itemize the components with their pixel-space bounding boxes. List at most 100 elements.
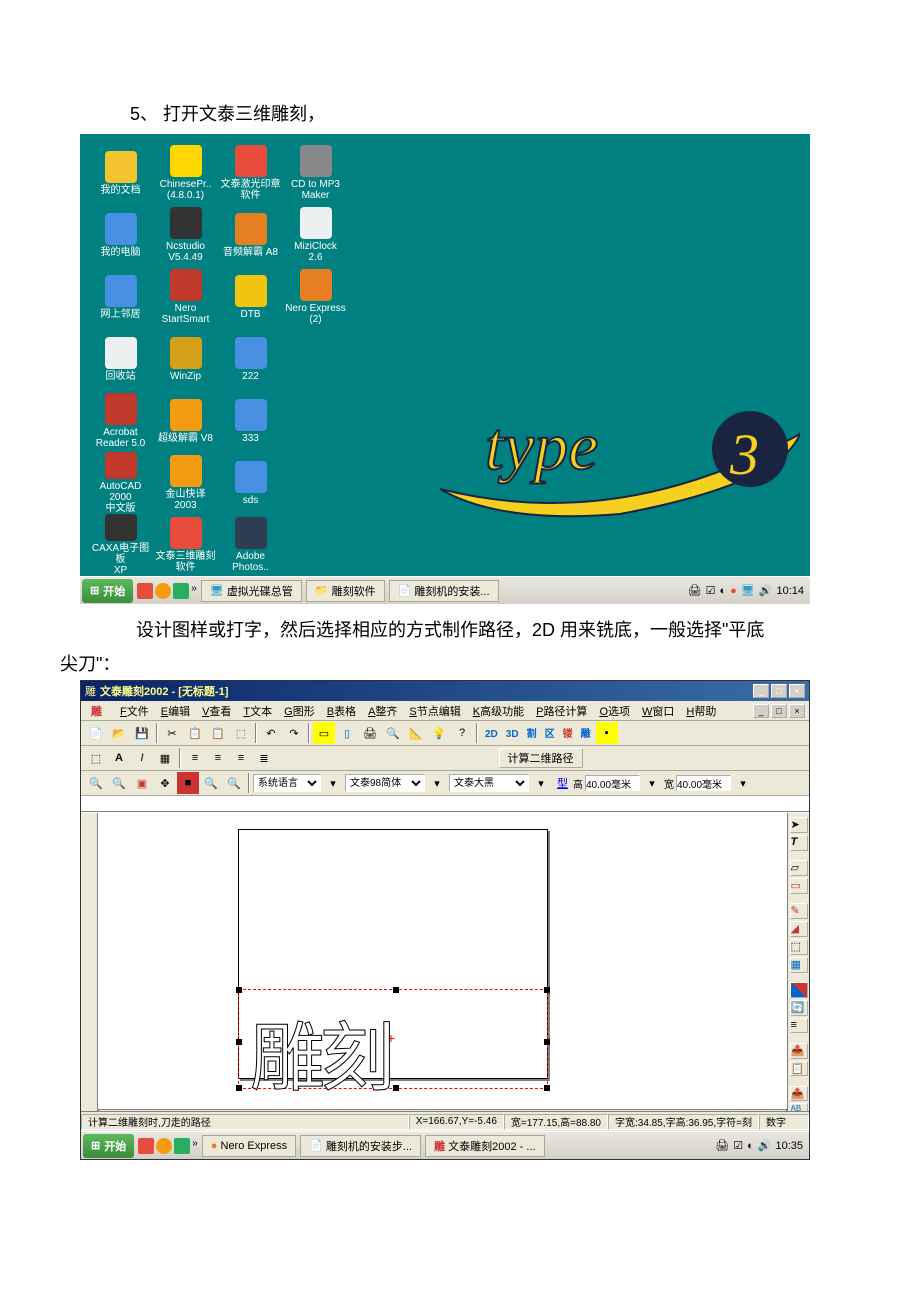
minimize-button[interactable]: _ bbox=[753, 684, 769, 698]
align-justify-icon[interactable]: ≣ bbox=[253, 747, 275, 769]
engraving-text[interactable]: 雕刻 bbox=[250, 997, 390, 1106]
text-tool[interactable]: T bbox=[790, 835, 808, 851]
quicklaunch-icon[interactable] bbox=[155, 583, 171, 599]
align-right-icon[interactable]: ≡ bbox=[230, 747, 252, 769]
desktop-icon[interactable]: 333 bbox=[218, 390, 283, 452]
desktop-icon[interactable]: 音频解霸 A8 bbox=[218, 204, 283, 266]
quicklaunch-icon[interactable] bbox=[156, 1138, 172, 1154]
rect-tool[interactable]: ▭ bbox=[790, 878, 808, 894]
start-button[interactable]: ⊞开始 bbox=[82, 579, 133, 603]
text-a-icon[interactable]: A bbox=[108, 747, 130, 769]
preview-icon[interactable]: 🔍 bbox=[382, 722, 404, 744]
mode-2d-button[interactable]: 2D bbox=[481, 723, 502, 745]
menu-item[interactable]: K高级功能 bbox=[467, 706, 530, 718]
hatch-icon[interactable]: ▦ bbox=[154, 747, 176, 769]
menu-item[interactable]: B表格 bbox=[321, 706, 362, 718]
desktop-icon[interactable]: MiziClock 2.6 bbox=[283, 204, 348, 266]
new-icon[interactable]: 📄 bbox=[85, 722, 107, 744]
align-tool[interactable]: ≡ bbox=[790, 1018, 808, 1034]
taskbar-item[interactable]: ● Nero Express bbox=[202, 1135, 296, 1157]
menu-item[interactable]: T文本 bbox=[237, 706, 278, 718]
shape-tool[interactable]: ▱ bbox=[790, 860, 808, 876]
desktop-icon[interactable]: CAXA电子图板 XP bbox=[88, 514, 153, 576]
menu-item[interactable]: F文件 bbox=[114, 706, 155, 718]
copy-icon[interactable]: 📋 bbox=[184, 722, 206, 744]
dropdown-icon[interactable]: ▾ bbox=[426, 772, 448, 794]
tool-icon[interactable]: ▪ bbox=[596, 722, 618, 744]
mode-镂-button[interactable]: 镂 bbox=[559, 721, 577, 743]
curve-tool[interactable]: ✎ bbox=[790, 903, 808, 919]
clock[interactable]: 10:35 bbox=[775, 1140, 803, 1152]
mdi-minimize[interactable]: _ bbox=[753, 704, 769, 718]
menu-item[interactable]: H帮助 bbox=[680, 706, 722, 718]
desktop-icon[interactable]: Nero StartSmart bbox=[153, 266, 218, 328]
desktop-icon[interactable]: 222 bbox=[218, 328, 283, 390]
taskbar-item[interactable]: 📁 雕刻软件 bbox=[306, 580, 385, 602]
quicklaunch-icon[interactable] bbox=[173, 583, 189, 599]
tool-icon[interactable]: ▭ bbox=[313, 722, 335, 744]
desktop-icon[interactable]: 文泰三维雕刻 软件 bbox=[153, 514, 218, 576]
mode-雕-button[interactable]: 雕 bbox=[577, 721, 595, 743]
font-family-select[interactable]: 文泰98简体 bbox=[345, 774, 425, 792]
desktop-icon[interactable]: sds bbox=[218, 452, 283, 514]
desktop-icon[interactable]: Nero Express (2) bbox=[283, 266, 348, 328]
desktop-icon[interactable]: 我的电脑 bbox=[88, 204, 153, 266]
desktop-icon[interactable]: 文泰激光印章 软件 bbox=[218, 142, 283, 204]
tray-icon[interactable]: 🔊 bbox=[759, 584, 773, 597]
tray-icon[interactable]: 🖨 bbox=[688, 584, 702, 597]
desktop-icon[interactable]: 我的文档 bbox=[88, 142, 153, 204]
desktop-icon[interactable]: CD to MP3 Maker bbox=[283, 142, 348, 204]
tray-icon[interactable]: ☑ bbox=[706, 584, 716, 597]
tool-icon[interactable]: 📐 bbox=[405, 722, 427, 744]
tray-icon[interactable]: ☑ bbox=[733, 1139, 743, 1152]
desktop-icon[interactable]: WinZip bbox=[153, 328, 218, 390]
desktop-icon[interactable]: ChinesePr.. (4.8.0.1) bbox=[153, 142, 218, 204]
mdi-close[interactable]: × bbox=[789, 704, 805, 718]
export-tool[interactable]: 📤 bbox=[790, 1086, 808, 1102]
save-icon[interactable]: 💾 bbox=[131, 722, 153, 744]
menu-item[interactable]: P路径计算 bbox=[530, 706, 593, 718]
lang-select[interactable]: 系统语言 bbox=[253, 774, 321, 792]
canvas[interactable]: + 雕刻 bbox=[98, 829, 787, 1119]
help-icon[interactable]: 💡 bbox=[428, 722, 450, 744]
zoom-out-icon[interactable]: 🔍 bbox=[108, 772, 130, 794]
maximize-button[interactable]: □ bbox=[771, 684, 787, 698]
calc-2d-path-button[interactable]: 计算二维路径 bbox=[499, 748, 583, 768]
color-tool[interactable] bbox=[790, 982, 808, 998]
desktop-icon[interactable]: 超级解霸 V8 bbox=[153, 390, 218, 452]
tray-icon[interactable]: ◐ bbox=[719, 585, 726, 597]
desktop-icon[interactable]: AutoCAD 2000 中文版 bbox=[88, 452, 153, 514]
arrange-tool[interactable]: ⬚ bbox=[790, 939, 808, 955]
italic-icon[interactable]: I bbox=[131, 747, 153, 769]
mode-3d-button[interactable]: 3D bbox=[502, 723, 523, 745]
taskbar-item[interactable]: 雕 文泰雕刻2002 - ... bbox=[425, 1135, 544, 1157]
menu-item[interactable]: O选项 bbox=[593, 706, 636, 718]
tray-icon[interactable]: ◐ bbox=[747, 1140, 754, 1152]
quicklaunch-icon[interactable] bbox=[137, 583, 153, 599]
mdi-maximize[interactable]: □ bbox=[771, 704, 787, 718]
cut-icon[interactable]: ✂ bbox=[161, 722, 183, 744]
tray-icon[interactable]: 🖥 bbox=[741, 584, 755, 597]
mode-割-button[interactable]: 割 bbox=[523, 721, 541, 743]
paste-icon[interactable]: 📋 bbox=[207, 722, 229, 744]
grid-tool[interactable]: ▦ bbox=[790, 957, 808, 973]
desktop-icon[interactable]: 金山快译 2003 bbox=[153, 452, 218, 514]
taskbar-item[interactable]: 📄 雕刻机的安装... bbox=[389, 580, 499, 602]
zoom-1-1-icon[interactable]: 🔍 bbox=[223, 772, 245, 794]
node-tool[interactable]: ◢ bbox=[790, 921, 808, 937]
redo-icon[interactable]: ↷ bbox=[283, 722, 305, 744]
pan-icon[interactable]: ✥ bbox=[154, 772, 176, 794]
tool-icon[interactable]: ■ bbox=[177, 772, 199, 794]
desktop-icon[interactable]: Ncstudio V5.4.49 bbox=[153, 204, 218, 266]
tray-icon[interactable]: ● bbox=[730, 585, 737, 597]
mode-区-button[interactable]: 区 bbox=[541, 721, 559, 743]
quicklaunch-expand[interactable]: » bbox=[192, 1138, 198, 1154]
menu-item[interactable]: A整齐 bbox=[362, 706, 403, 718]
taskbar-item[interactable]: 📄 雕刻机的安装步... bbox=[300, 1135, 421, 1157]
desktop-icon[interactable]: 网上邻居 bbox=[88, 266, 153, 328]
print-icon[interactable]: 🖨 bbox=[359, 722, 381, 744]
dropdown-icon[interactable]: ▾ bbox=[732, 772, 754, 794]
type-button[interactable]: 型 bbox=[553, 775, 572, 791]
align-center-icon[interactable]: ≡ bbox=[207, 747, 229, 769]
layer-tool[interactable]: 📋 bbox=[790, 1061, 808, 1077]
